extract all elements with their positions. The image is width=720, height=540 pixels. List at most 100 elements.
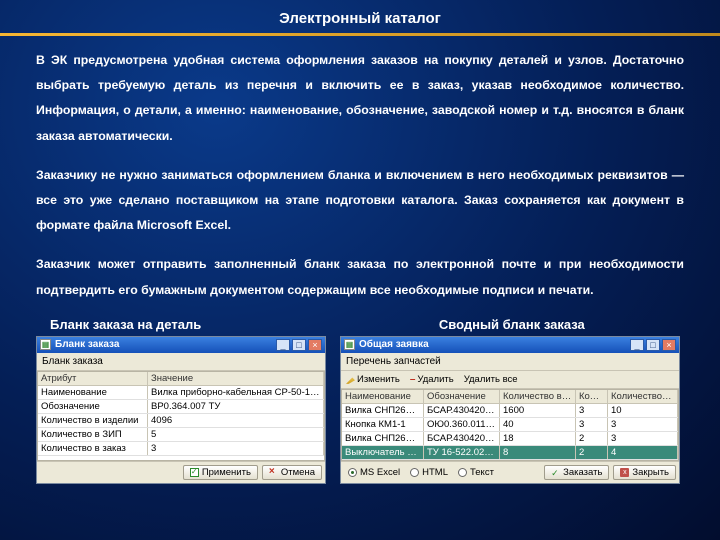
title-divider xyxy=(0,33,720,36)
table-row[interactable]: НаименованиеВилка приборно-кабельная СР-… xyxy=(38,386,324,400)
cancel-label: Отмена xyxy=(281,467,315,478)
cell-value: 5 xyxy=(148,428,324,441)
radio-label: HTML xyxy=(422,467,448,478)
minimize-button[interactable]: _ xyxy=(630,339,644,351)
col-qty-product[interactable]: Количество в издел... xyxy=(500,390,576,403)
cell-qty-order: 4 xyxy=(608,446,678,459)
cell-qty-zip: 3 xyxy=(576,418,608,431)
col-attr[interactable]: Атрибут xyxy=(38,372,148,385)
cell-name: Вилка СНП268-50В... xyxy=(342,432,424,445)
page-title: Электронный каталог xyxy=(0,0,720,33)
cancel-icon: × xyxy=(269,468,278,477)
paragraph-2: Заказчику не нужно заниматься оформление… xyxy=(36,163,684,239)
minus-icon: – xyxy=(410,375,416,384)
col-qty-order[interactable]: Количество в заказ xyxy=(608,390,678,403)
subheader-label: Перечень запчастей xyxy=(341,353,679,371)
titlebar[interactable]: ▦ Общая заявка _ □ × xyxy=(341,337,679,353)
cell-qty-order: 3 xyxy=(608,432,678,445)
parts-table: Наименование Обозначение Количество в из… xyxy=(341,389,679,461)
apply-label: Применить xyxy=(202,467,251,478)
close-label: Закрыть xyxy=(632,467,669,478)
cell-qty-order: 3 xyxy=(608,418,678,431)
table-row[interactable]: Вилка СНП268-50В...БСАР.430420.01...1600… xyxy=(342,404,678,418)
maximize-button[interactable]: □ xyxy=(646,339,660,351)
delete-all-label: Удалить все xyxy=(464,374,518,385)
window-title: Общая заявка xyxy=(359,339,630,350)
cell-attr: Количество в ЗИП xyxy=(38,428,148,441)
cell-designation: ТУ 16-522.024-80 xyxy=(424,446,500,459)
cell-value: Вилка приборно-кабельная СР-50-183 ФВ xyxy=(148,386,324,399)
table-row[interactable]: Количество в изделии4096 xyxy=(38,414,324,428)
col-designation[interactable]: Обозначение xyxy=(424,390,500,403)
titlebar[interactable]: ▦ Бланк заказа _ □ × xyxy=(37,337,325,353)
check-icon xyxy=(551,468,560,477)
cell-attr: Количество в заказ xyxy=(38,442,148,455)
cell-qty-product: 40 xyxy=(500,418,576,431)
pencil-icon xyxy=(346,375,355,384)
cell-qty-zip: 3 xyxy=(576,404,608,417)
cell-qty-product: 8 xyxy=(500,446,576,459)
edit-button[interactable]: Изменить xyxy=(344,373,402,386)
subheader-label: Бланк заказа xyxy=(37,353,325,371)
radio-dot-icon xyxy=(410,468,419,477)
maximize-button[interactable]: □ xyxy=(292,339,306,351)
order-label: Заказать xyxy=(563,467,602,478)
cell-name: Вилка СНП268-50В... xyxy=(342,404,424,417)
cell-name: Кнопка КМ1-1 xyxy=(342,418,424,431)
cell-qty-zip: 2 xyxy=(576,446,608,459)
table-row[interactable]: Количество в заказ3 xyxy=(38,442,324,456)
radio-html[interactable]: HTML xyxy=(410,467,448,478)
paragraph-3: Заказчик может отправить заполненный бла… xyxy=(36,252,684,302)
radio-label: MS Excel xyxy=(360,467,400,478)
cancel-button[interactable]: × Отмена xyxy=(262,465,322,480)
radio-msexcel[interactable]: MS Excel xyxy=(348,467,400,478)
cell-designation: БСАР.430420.01... xyxy=(424,432,500,445)
table-row[interactable]: Вилка СНП268-50В...БСАР.430420.01...1823 xyxy=(342,432,678,446)
caption-right: Сводный бланк заказа xyxy=(399,317,684,332)
delete-all-button[interactable]: Удалить все xyxy=(462,373,520,386)
cell-qty-order: 10 xyxy=(608,404,678,417)
format-radios: MS Excel HTML Текст xyxy=(344,465,494,480)
close-icon: х xyxy=(620,468,629,477)
table-row[interactable]: ОбозначениеВР0.364.007 ТУ xyxy=(38,400,324,414)
edit-label: Изменить xyxy=(357,374,400,385)
caption-left: Бланк заказа на деталь xyxy=(36,317,399,332)
radio-dot-icon xyxy=(348,468,357,477)
window-title: Бланк заказа xyxy=(55,339,276,350)
order-form-window: ▦ Бланк заказа _ □ × Бланк заказа Атрибу… xyxy=(36,336,326,484)
attribute-table: Атрибут Значение НаименованиеВилка прибо… xyxy=(37,371,325,461)
cell-designation: ОЮ0.360.011 ТУ xyxy=(424,418,500,431)
cell-value: 4096 xyxy=(148,414,324,427)
toolbar: Изменить – Удалить Удалить все xyxy=(341,371,679,389)
cell-attr: Количество в изделии xyxy=(38,414,148,427)
close-button[interactable]: × xyxy=(308,339,322,351)
table-row[interactable]: Кнопка КМ1-1ОЮ0.360.011 ТУ4033 xyxy=(342,418,678,432)
minimize-button[interactable]: _ xyxy=(276,339,290,351)
body-text: В ЭК предусмотрена удобная система оформ… xyxy=(0,40,720,303)
cell-qty-zip: 2 xyxy=(576,432,608,445)
summary-order-window: ▦ Общая заявка _ □ × Перечень запчастей … xyxy=(340,336,680,484)
check-icon xyxy=(190,468,199,477)
radio-label: Текст xyxy=(470,467,494,478)
radio-dot-icon xyxy=(458,468,467,477)
apply-button[interactable]: Применить xyxy=(183,465,258,480)
window-icon: ▦ xyxy=(344,339,355,350)
paragraph-1: В ЭК предусмотрена удобная система оформ… xyxy=(36,48,684,149)
order-button[interactable]: Заказать xyxy=(544,465,609,480)
cell-attr: Обозначение xyxy=(38,400,148,413)
col-name[interactable]: Наименование xyxy=(342,390,424,403)
delete-button[interactable]: – Удалить xyxy=(408,373,456,386)
table-row[interactable]: Выключатель АК50...ТУ 16-522.024-80824 xyxy=(342,446,678,460)
col-value[interactable]: Значение xyxy=(148,372,324,385)
close-button-footer[interactable]: х Закрыть xyxy=(613,465,676,480)
col-qty-zip[interactable]: Количество в ЗИП xyxy=(576,390,608,403)
cell-value: 3 xyxy=(148,442,324,455)
close-button[interactable]: × xyxy=(662,339,676,351)
cell-qty-product: 18 xyxy=(500,432,576,445)
table-row[interactable]: Количество в ЗИП5 xyxy=(38,428,324,442)
delete-label: Удалить xyxy=(417,374,453,385)
cell-name: Выключатель АК50... xyxy=(342,446,424,459)
window-icon: ▦ xyxy=(40,339,51,350)
radio-text[interactable]: Текст xyxy=(458,467,494,478)
cell-qty-product: 1600 xyxy=(500,404,576,417)
